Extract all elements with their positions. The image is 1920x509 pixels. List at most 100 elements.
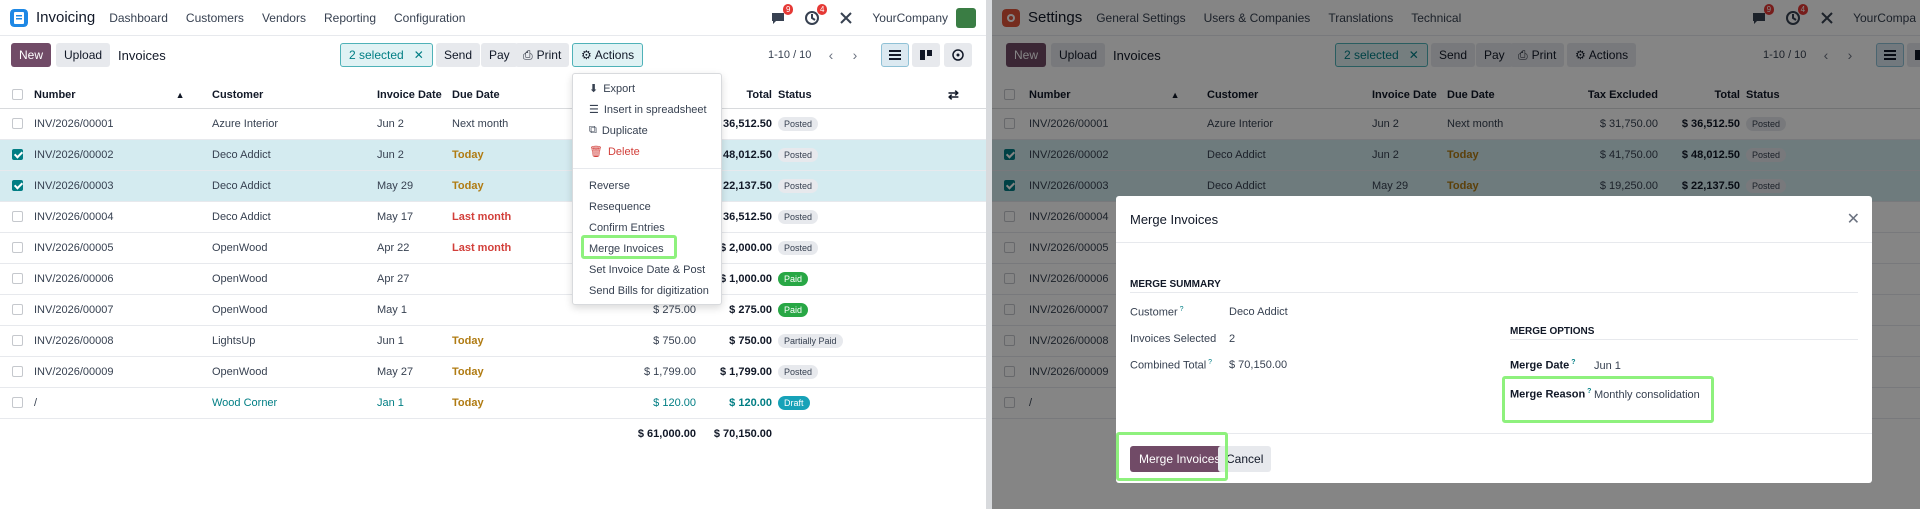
- user-avatar[interactable]: [956, 8, 976, 28]
- merge-date-field[interactable]: Jun 1: [1594, 360, 1621, 372]
- action-insert-spreadsheet[interactable]: ☰ Insert in spreadsheet: [573, 99, 721, 120]
- table-row[interactable]: INV/2026/00002 Deco Addict Jun 2 Today $ 48,…: [0, 139, 986, 171]
- action-delete[interactable]: 🗑 Delete: [573, 141, 721, 162]
- table-row[interactable]: INV/2026/00009 OpenWood May 27 Today $ 1,799…: [0, 356, 986, 388]
- breadcrumb: Invoices: [118, 47, 166, 63]
- cell-due-date: Today: [452, 356, 572, 388]
- cell-number: INV/2026/00004: [24, 201, 212, 233]
- sort-asc-icon: ▲: [175, 89, 185, 100]
- debug-tools-icon[interactable]: [838, 10, 854, 26]
- dialog-header-divider: [1116, 242, 1872, 243]
- pager-value[interactable]: 1-10 / 10: [768, 49, 811, 61]
- combined-total-label: Combined Total ?: [1130, 359, 1213, 372]
- row-checkbox[interactable]: [12, 335, 23, 347]
- row-checkbox[interactable]: [12, 149, 23, 161]
- merge-invoices-button[interactable]: Merge Invoices: [1130, 446, 1230, 472]
- cell-number: INV/2026/00002: [24, 139, 212, 171]
- new-button[interactable]: New: [11, 43, 52, 67]
- options-divider: [1510, 339, 1858, 340]
- row-checkbox[interactable]: [12, 242, 23, 254]
- company-switcher[interactable]: YourCompany: [872, 11, 948, 25]
- cell-status: Posted: [778, 201, 948, 233]
- download-icon: ⬇: [589, 83, 599, 95]
- pay-button[interactable]: Pay: [481, 43, 518, 67]
- help-icon[interactable]: ?: [1178, 306, 1184, 313]
- action-confirm-entries[interactable]: Confirm Entries: [573, 217, 721, 238]
- col-due-date[interactable]: Due Date: [452, 82, 572, 109]
- menu-reporting[interactable]: Reporting: [324, 11, 376, 25]
- print-button[interactable]: ⎙ Print: [515, 43, 570, 67]
- col-invoice-date[interactable]: Invoice Date: [377, 82, 452, 109]
- cell-invoice-date: May 29: [377, 170, 452, 202]
- table-row[interactable]: INV/2026/00007 OpenWood May 1 $ 275.00 $ 275…: [0, 294, 986, 326]
- row-checkbox[interactable]: [12, 366, 23, 378]
- invoicing-app-icon[interactable]: [10, 8, 28, 27]
- action-reverse[interactable]: Reverse: [573, 175, 721, 196]
- cell-number: INV/2026/00005: [24, 232, 212, 264]
- action-resequence[interactable]: Resequence: [573, 196, 721, 217]
- close-icon[interactable]: ✕: [1847, 209, 1860, 229]
- pager-next-icon[interactable]: ›: [846, 46, 864, 64]
- row-checkbox[interactable]: [12, 397, 23, 409]
- cell-number: INV/2026/00001: [24, 108, 212, 140]
- col-status[interactable]: Status: [778, 82, 948, 109]
- col-number[interactable]: Number ▲: [24, 82, 212, 109]
- cancel-button[interactable]: Cancel: [1218, 446, 1272, 472]
- selection-badge[interactable]: 2 selected ✕: [340, 43, 433, 67]
- action-merge-invoices[interactable]: Merge Invoices: [573, 238, 721, 259]
- status-badge: Posted: [778, 116, 819, 131]
- col-customer[interactable]: Customer: [212, 82, 377, 109]
- help-icon[interactable]: ?: [1569, 359, 1575, 366]
- row-checkbox[interactable]: [12, 211, 23, 223]
- menu-customers[interactable]: Customers: [186, 11, 244, 25]
- menu-vendors[interactable]: Vendors: [262, 11, 306, 25]
- help-icon[interactable]: ?: [1585, 388, 1591, 395]
- row-checkbox[interactable]: [12, 273, 23, 285]
- activity-badge: 4: [816, 4, 828, 15]
- cell-total: $ 750.00: [702, 325, 778, 357]
- optional-columns-icon[interactable]: ⇄: [948, 87, 959, 102]
- select-all-checkbox[interactable]: [12, 89, 23, 101]
- menu-dashboard[interactable]: Dashboard: [109, 11, 168, 25]
- cell-number: INV/2026/00007: [24, 294, 212, 326]
- row-checkbox[interactable]: [12, 304, 23, 316]
- activity-view-icon[interactable]: [944, 43, 972, 67]
- activity-icon[interactable]: 4: [804, 4, 828, 26]
- table-row[interactable]: INV/2026/00008 LightsUp Jun 1 Today $ 750.00…: [0, 325, 986, 357]
- table-row[interactable]: INV/2026/00004 Deco Addict May 17 Last mont…: [0, 201, 986, 233]
- table-row[interactable]: INV/2026/00001 Azure Interior Jun 2 Next mo…: [0, 108, 986, 140]
- cell-invoice-date: Jun 1: [377, 325, 452, 357]
- app-name[interactable]: Invoicing: [36, 9, 95, 26]
- list-view-icon[interactable]: [881, 43, 909, 67]
- help-icon[interactable]: ?: [1206, 359, 1212, 366]
- upload-button[interactable]: Upload: [56, 43, 111, 67]
- action-export[interactable]: ⬇ Export: [573, 78, 721, 99]
- table-row[interactable]: INV/2026/00006OpenWoodApr 27$ 1,000.00$ …: [0, 263, 986, 295]
- clear-selection-icon[interactable]: ✕: [414, 48, 424, 62]
- cell-invoice-date: Jun 2: [377, 108, 452, 140]
- pager-previous-icon[interactable]: ‹: [822, 46, 840, 64]
- cell-customer: Deco Addict: [212, 170, 377, 202]
- customer-link[interactable]: Deco Addict: [1229, 306, 1288, 318]
- row-checkbox[interactable]: [12, 180, 23, 192]
- actions-label: Actions: [594, 48, 635, 62]
- table-row[interactable]: / Wood Corner Jan 1 Today $ 120.00 $ 120.00 Dr…: [0, 387, 986, 419]
- actions-dropdown: ⬇ Export ☰ Insert in spreadsheet ⧉ Duplicat…: [572, 73, 722, 305]
- table-row[interactable]: INV/2026/00003 Deco Addict May 29 Today $ 22…: [0, 170, 986, 202]
- actions-button[interactable]: ⚙ Actions: [572, 43, 644, 67]
- cell-status: Posted: [778, 232, 948, 264]
- invoices-selected-value: 2: [1229, 333, 1236, 345]
- action-set-invoice-date-post[interactable]: Set Invoice Date & Post: [573, 259, 721, 280]
- send-button[interactable]: Send: [436, 43, 481, 67]
- invoice-list: Number ▲ Customer Invoice Date Due Date T…: [0, 82, 986, 449]
- merge-reason-field[interactable]: Monthly consolidation: [1594, 389, 1700, 401]
- merge-reason-label: Merge Reason ?: [1510, 388, 1592, 401]
- kanban-view-icon[interactable]: [912, 43, 940, 67]
- action-duplicate[interactable]: ⧉ Duplicate: [573, 120, 721, 141]
- chat-icon[interactable]: 9: [770, 4, 794, 26]
- table-row[interactable]: INV/2026/00005 OpenWood Apr 22 Last month $ …: [0, 232, 986, 264]
- action-send-bills-digitization[interactable]: Send Bills for digitization: [573, 280, 721, 301]
- menu-configuration[interactable]: Configuration: [394, 11, 465, 25]
- cell-tax-excluded: $ 1,799.00: [572, 356, 702, 388]
- row-checkbox[interactable]: [12, 118, 23, 130]
